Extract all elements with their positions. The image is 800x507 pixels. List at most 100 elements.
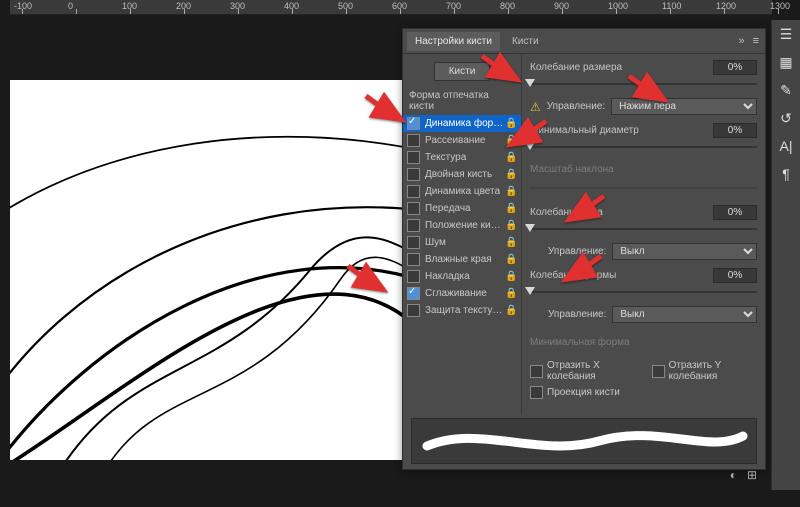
lock-icon[interactable]: 🔒: [505, 118, 517, 129]
panel-footer: ◐ ⊞: [403, 464, 765, 486]
ruler-mark: 0: [68, 1, 73, 11]
tool-sliders-icon[interactable]: ☰: [772, 20, 800, 48]
tool-brush-icon[interactable]: ✎: [772, 76, 800, 104]
angle-jitter-control: Колебание угла0%: [530, 205, 757, 236]
size-control-select[interactable]: Нажим пера: [611, 98, 757, 115]
size-jitter-value[interactable]: 0%: [713, 60, 757, 75]
angle-jitter-slider[interactable]: [530, 222, 757, 236]
option-checkbox[interactable]: [407, 134, 420, 147]
option-checkbox[interactable]: [407, 151, 420, 164]
brush-option-row[interactable]: Текстура🔒: [403, 149, 521, 166]
lock-icon[interactable]: 🔒: [505, 203, 517, 214]
option-label: Рассеивание: [425, 135, 505, 146]
option-label: Передача: [425, 203, 505, 214]
brush-stroke-preview: [411, 418, 757, 464]
angle-control-select[interactable]: Выкл: [612, 243, 757, 260]
tool-paragraph-icon[interactable]: ¶: [772, 160, 800, 188]
angle-jitter-label: Колебание угла: [530, 207, 713, 218]
brush-option-row[interactable]: Накладка🔒: [403, 268, 521, 285]
brush-option-row[interactable]: Положение кисти🔒: [403, 217, 521, 234]
control-label: Управление:: [548, 246, 606, 257]
brush-projection-checkbox[interactable]: Проекция кисти: [530, 386, 620, 399]
lock-icon[interactable]: 🔒: [505, 237, 517, 248]
brush-option-row[interactable]: Динамика цвета🔒: [403, 183, 521, 200]
toggle-preview-icon[interactable]: ◐: [730, 468, 737, 482]
brush-option-row[interactable]: Передача🔒: [403, 200, 521, 217]
ruler-mark: 1300: [770, 1, 790, 11]
brushes-button[interactable]: Кисти: [434, 62, 491, 81]
roundness-jitter-label: Колебание формы: [530, 270, 713, 281]
option-checkbox[interactable]: [407, 270, 420, 283]
option-label: Динамика цвета: [425, 186, 505, 197]
min-diameter-value[interactable]: 0%: [713, 123, 757, 138]
option-label: Влажные края: [425, 254, 505, 265]
brush-option-row[interactable]: Рассеивание🔒: [403, 132, 521, 149]
option-label: Положение кисти: [425, 220, 505, 231]
brush-option-row[interactable]: Двойная кисть🔒: [403, 166, 521, 183]
lock-icon[interactable]: 🔒: [505, 186, 517, 197]
tab-brushes[interactable]: Кисти: [504, 32, 547, 51]
option-checkbox[interactable]: [407, 168, 420, 181]
brush-option-row[interactable]: Шум🔒: [403, 234, 521, 251]
tool-swatches-icon[interactable]: ▦: [772, 48, 800, 76]
size-jitter-label: Колебание размера: [530, 62, 713, 73]
lock-icon[interactable]: 🔒: [505, 135, 517, 146]
new-preset-icon[interactable]: ⊞: [747, 468, 757, 482]
panel-tabbar: Настройки кисти Кисти » ≡: [403, 29, 765, 54]
min-diameter-label: Минимальный диаметр: [530, 125, 713, 136]
option-label: Шум: [425, 237, 505, 248]
option-checkbox[interactable]: [407, 219, 420, 232]
ruler-mark: 1000: [608, 1, 628, 11]
brush-options-list: Кисти Форма отпечатка кисти Динамика фор…: [403, 54, 522, 414]
min-diameter-slider[interactable]: [530, 140, 757, 154]
option-checkbox[interactable]: [407, 117, 420, 130]
tilt-scale-slider: [530, 181, 757, 195]
lock-icon[interactable]: 🔒: [505, 288, 517, 299]
option-checkbox[interactable]: [407, 185, 420, 198]
brush-option-row[interactable]: Динамика формы🔒: [403, 115, 521, 132]
roundness-jitter-value[interactable]: 0%: [713, 268, 757, 283]
min-roundness-label: Минимальная форма: [530, 337, 757, 348]
tool-type-icon[interactable]: A|: [772, 132, 800, 160]
roundness-jitter-slider[interactable]: [530, 285, 757, 299]
brush-option-row[interactable]: Влажные края🔒: [403, 251, 521, 268]
tool-history-icon[interactable]: ↺: [772, 104, 800, 132]
roundness-control-select[interactable]: Выкл: [612, 306, 757, 323]
option-label: Накладка: [425, 271, 505, 282]
brush-option-row[interactable]: Защита текстуры🔒: [403, 302, 521, 319]
ruler-mark: 1200: [716, 1, 736, 11]
panel-menu-icon[interactable]: ≡: [753, 35, 759, 47]
option-checkbox[interactable]: [407, 304, 420, 317]
ruler-horizontal: -100010020030040050060070080090010001100…: [10, 0, 772, 15]
shape-dynamics-controls: Колебание размера0% ⚠ Управление: Нажим …: [522, 54, 765, 414]
option-label: Динамика формы: [425, 118, 505, 129]
option-label: Защита текстуры: [425, 305, 505, 316]
option-checkbox[interactable]: [407, 253, 420, 266]
lock-icon[interactable]: 🔒: [505, 254, 517, 265]
collapse-icon[interactable]: »: [738, 35, 744, 47]
option-label: Сглаживание: [425, 288, 505, 299]
brush-tip-shape-header[interactable]: Форма отпечатка кисти: [403, 87, 521, 115]
lock-icon[interactable]: 🔒: [505, 271, 517, 282]
brush-settings-panel: Настройки кисти Кисти » ≡ Кисти Форма от…: [402, 28, 766, 470]
flip-y-checkbox[interactable]: Отразить Y колебания: [652, 360, 757, 382]
option-checkbox[interactable]: [407, 236, 420, 249]
lock-icon[interactable]: 🔒: [505, 152, 517, 163]
flip-x-checkbox[interactable]: Отразить X колебания: [530, 360, 636, 382]
control-label: Управление:: [547, 101, 605, 112]
lock-icon[interactable]: 🔒: [505, 305, 517, 316]
option-checkbox[interactable]: [407, 202, 420, 215]
size-jitter-slider[interactable]: [530, 77, 757, 91]
angle-jitter-value[interactable]: 0%: [713, 205, 757, 220]
option-checkbox[interactable]: [407, 287, 420, 300]
tilt-scale-label: Масштаб наклона: [530, 164, 757, 175]
ruler-mark: 1100: [662, 1, 681, 11]
lock-icon[interactable]: 🔒: [505, 169, 517, 180]
warning-icon: ⚠: [530, 100, 541, 114]
lock-icon[interactable]: 🔒: [505, 220, 517, 231]
tab-brush-settings[interactable]: Настройки кисти: [407, 32, 500, 51]
document-canvas[interactable]: [10, 80, 410, 460]
brush-option-row[interactable]: Сглаживание🔒: [403, 285, 521, 302]
option-label: Двойная кисть: [425, 169, 505, 180]
flip-options: Отразить X колебания Отразить Y колебани…: [530, 360, 757, 382]
